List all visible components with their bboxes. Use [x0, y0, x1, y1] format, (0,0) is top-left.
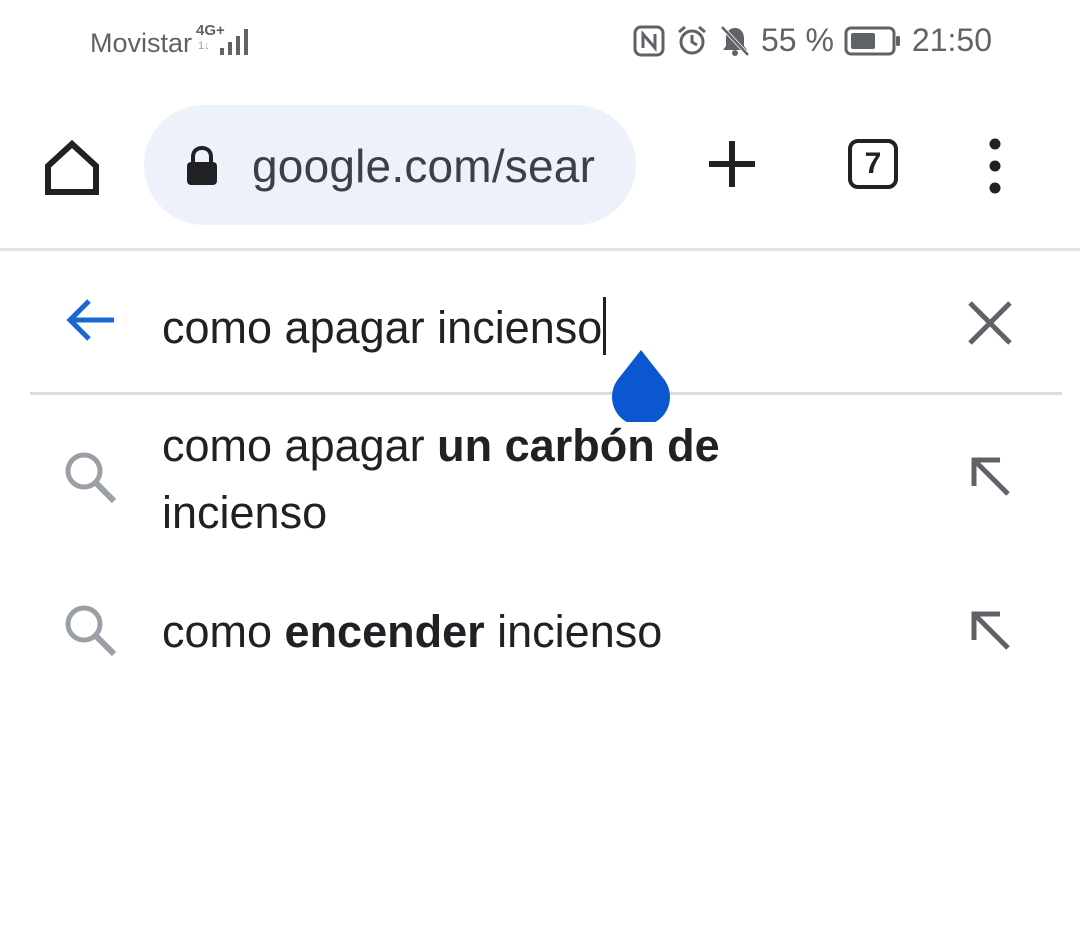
suggestion-prefix: como — [162, 606, 285, 657]
text-caret — [603, 297, 607, 355]
signal-indicator: 4G+ 1↓ — [196, 22, 252, 60]
search-box: como apagar incienso — [0, 251, 1080, 393]
back-button[interactable] — [62, 291, 120, 349]
signal-icon — [220, 29, 249, 55]
suggestion-item[interactable]: como apagar un carbón de incienso — [0, 412, 1080, 552]
search-divider — [30, 392, 1062, 395]
suggestion-text[interactable]: como apagar un carbón de incienso — [162, 412, 802, 546]
arrow-up-left-icon — [971, 611, 1010, 650]
url-text[interactable]: google.com/sear — [252, 139, 595, 193]
fill-query-button[interactable] — [964, 604, 1020, 660]
suggestion-highlight: encender — [284, 606, 485, 657]
more-vert-icon — [989, 138, 1001, 194]
suggestion-suffix: incienso — [484, 606, 663, 657]
home-button[interactable] — [38, 134, 106, 202]
plus-icon — [709, 141, 755, 187]
alarm-icon — [675, 24, 709, 58]
nfc-icon — [633, 25, 665, 57]
more-menu-button[interactable] — [975, 136, 1015, 196]
battery-icon — [844, 26, 902, 56]
address-bar[interactable]: google.com/sear — [144, 105, 636, 225]
status-bar: Movistar 4G+ 1↓ 55 % 21:50 — [0, 0, 1080, 84]
home-icon — [45, 139, 99, 195]
arrow-up-left-icon — [971, 457, 1010, 496]
lock-icon[interactable] — [184, 145, 220, 192]
carrier-info: Movistar 4G+ 1↓ — [90, 22, 252, 60]
notifications-off-icon — [719, 24, 751, 58]
suggestion-prefix: como apagar — [162, 420, 438, 471]
tab-count: 7 — [864, 147, 882, 180]
status-icons: 55 % 21:50 — [633, 22, 992, 59]
search-icon — [60, 447, 120, 507]
clock: 21:50 — [911, 22, 992, 58]
text-selection-handle[interactable] — [611, 348, 671, 426]
browser-toolbar: google.com/sear 7 — [0, 84, 1080, 250]
clear-button[interactable] — [962, 295, 1018, 351]
search-input[interactable]: como apagar incienso — [162, 297, 607, 355]
fill-query-button[interactable] — [964, 450, 1020, 506]
new-tab-button[interactable] — [702, 134, 762, 194]
carrier-name: Movistar — [90, 27, 193, 58]
suggestion-suffix: incienso — [162, 487, 328, 538]
network-sub-label: 1↓ — [198, 40, 210, 52]
search-icon — [60, 600, 120, 660]
tab-switcher-button[interactable]: 7 — [848, 139, 898, 189]
close-icon — [968, 301, 1012, 345]
search-query[interactable]: como apagar incienso — [162, 302, 602, 353]
back-arrow-icon — [66, 299, 114, 341]
suggestion-highlight: un carbón de — [437, 420, 720, 471]
suggestion-item[interactable]: como encender incienso — [0, 570, 1080, 690]
suggestion-text[interactable]: como encender incienso — [162, 598, 802, 665]
battery-percent: 55 % — [760, 22, 834, 58]
